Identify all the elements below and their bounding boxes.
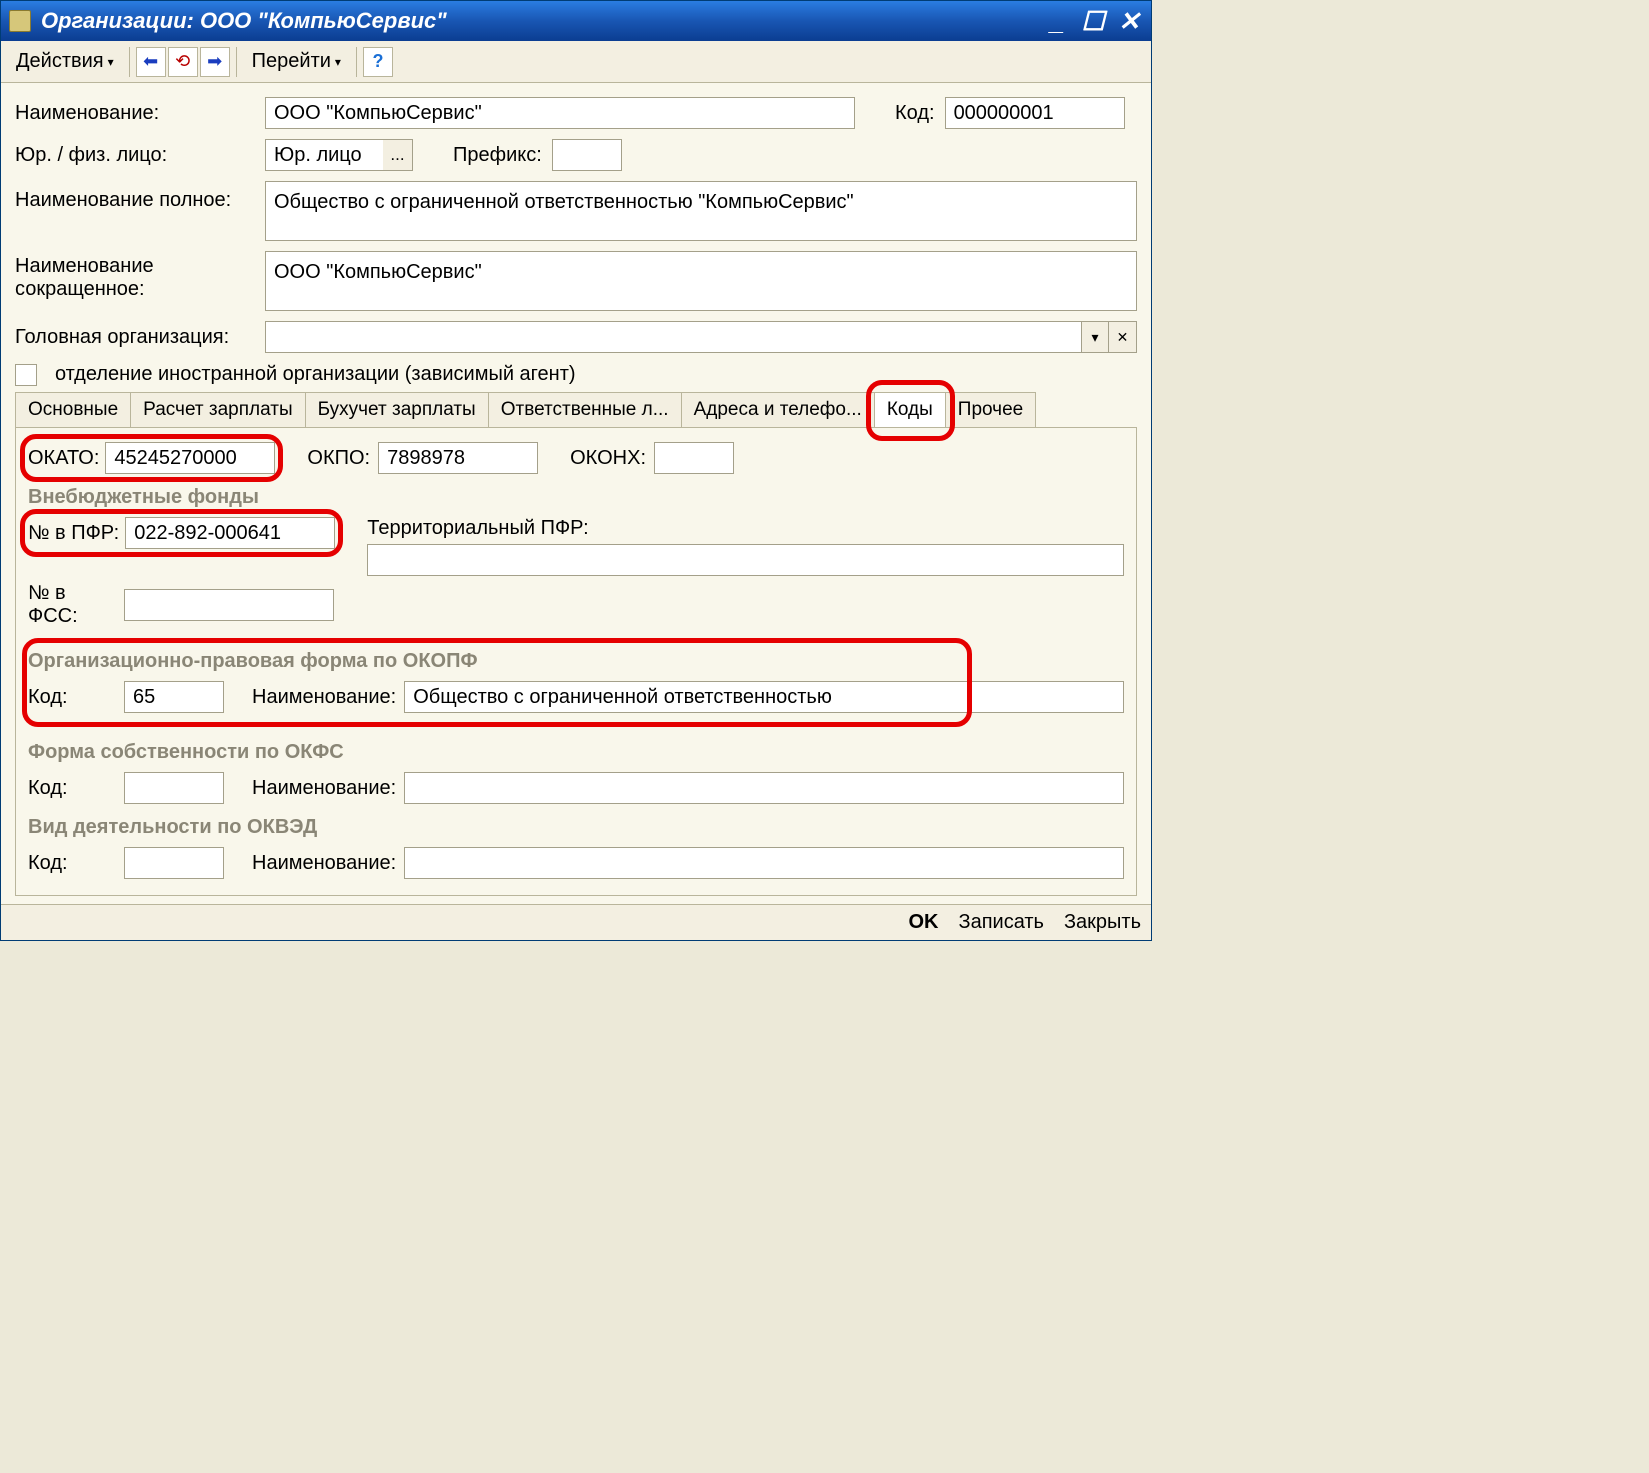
okfs-code-label: Код: [28, 777, 116, 800]
tab-salary-calc[interactable]: Расчет зарплаты [130, 392, 305, 427]
goto-menu[interactable]: Перейти ▾ [243, 46, 350, 77]
close-button[interactable]: Закрыть [1064, 911, 1141, 934]
tab-main[interactable]: Основные [15, 392, 131, 427]
tab-addresses[interactable]: Адреса и телефо... [681, 392, 875, 427]
name-label: Наименование: [15, 102, 255, 125]
okopf-title: Организационно-правовая форма по ОКОПФ [28, 650, 1124, 673]
titlebar: Организации: ООО "КомпьюСервис" _ ☐ ✕ [1, 1, 1151, 41]
short-name-label: Наименование сокращенное: [15, 251, 255, 301]
separator [236, 47, 237, 77]
okopf-name-label: Наименование: [252, 686, 396, 709]
terr-pfr-label: Территориальный ПФР: [367, 517, 1124, 540]
okonh-label: ОКОНХ: [570, 447, 646, 470]
entity-type-label: Юр. / физ. лицо: [15, 144, 255, 167]
okved-name-field[interactable] [404, 847, 1124, 879]
head-org-field[interactable] [265, 321, 1081, 353]
prev-icon[interactable]: ⬅ [136, 47, 166, 77]
okopf-code-field[interactable] [124, 681, 224, 713]
prefix-label: Префикс: [453, 144, 542, 167]
okpo-label: ОКПО: [307, 447, 370, 470]
name-field[interactable] [265, 97, 855, 129]
okato-field[interactable] [105, 442, 275, 474]
form-content: Наименование: Код: Юр. / физ. лицо: ... … [1, 83, 1151, 904]
window: Организации: ООО "КомпьюСервис" _ ☐ ✕ Де… [0, 0, 1152, 941]
code-label: Код: [895, 102, 935, 125]
actions-label: Действия [16, 50, 104, 73]
okopf-code-label: Код: [28, 686, 116, 709]
pfr-no-label: № в ПФР: [28, 522, 119, 545]
okfs-code-field[interactable] [124, 772, 224, 804]
okpo-field[interactable] [378, 442, 538, 474]
foreign-branch-checkbox[interactable] [15, 364, 37, 386]
okfs-name-field[interactable] [404, 772, 1124, 804]
ok-button[interactable]: OK [909, 911, 939, 934]
okved-title: Вид деятельности по ОКВЭД [28, 816, 1124, 839]
toolbar: Действия ▾ ⬅ ⟲ ➡ Перейти ▾ ? [1, 41, 1151, 83]
okved-name-label: Наименование: [252, 852, 396, 875]
funds-title: Внебюджетные фонды [28, 486, 1124, 509]
refresh-icon[interactable]: ⟲ [168, 47, 198, 77]
tabstrip: Основные Расчет зарплаты Бухучет зарплат… [15, 392, 1137, 428]
maximize-button[interactable]: ☐ [1079, 6, 1107, 37]
separator [356, 47, 357, 77]
tab-other[interactable]: Прочее [945, 392, 1036, 427]
fss-no-label: № в ФСС: [28, 582, 116, 628]
close-window-button[interactable]: ✕ [1115, 6, 1143, 37]
okved-code-label: Код: [28, 852, 116, 875]
okopf-name-field[interactable] [404, 681, 1124, 713]
okfs-name-label: Наименование: [252, 777, 396, 800]
foreign-branch-label: отделение иностранной организации (завис… [55, 363, 576, 386]
entity-type-select-button[interactable]: ... [383, 139, 413, 171]
chevron-down-icon: ▾ [335, 55, 341, 69]
okved-code-field[interactable] [124, 847, 224, 879]
okato-label: ОКАТО: [28, 447, 99, 470]
actions-menu[interactable]: Действия ▾ [7, 46, 123, 77]
help-icon[interactable]: ? [363, 47, 393, 77]
footer: OK Записать Закрыть [1, 904, 1151, 940]
head-org-clear-button[interactable]: ✕ [1109, 321, 1137, 353]
window-title: Организации: ООО "КомпьюСервис" [41, 8, 1043, 34]
codes-pane: ОКАТО: ОКПО: ОКОНХ: Внебюджетные фонды №… [15, 428, 1137, 896]
okonh-field[interactable] [654, 442, 734, 474]
entity-type-field[interactable] [265, 139, 383, 171]
head-org-dropdown-button[interactable]: ▾ [1081, 321, 1109, 353]
save-button[interactable]: Записать [959, 911, 1044, 934]
short-name-field[interactable]: ООО "КомпьюСервис" [265, 251, 1137, 311]
head-org-label: Головная организация: [15, 326, 255, 349]
fss-no-field[interactable] [124, 589, 334, 621]
pfr-no-field[interactable] [125, 517, 335, 549]
separator [129, 47, 130, 77]
tab-salary-acct[interactable]: Бухучет зарплаты [305, 392, 489, 427]
goto-label: Перейти [252, 50, 331, 73]
full-name-field[interactable]: Общество с ограниченной ответственностью… [265, 181, 1137, 241]
okfs-title: Форма собственности по ОКФС [28, 741, 1124, 764]
next-icon[interactable]: ➡ [200, 47, 230, 77]
terr-pfr-field[interactable] [367, 544, 1124, 576]
code-field[interactable] [945, 97, 1125, 129]
full-name-label: Наименование полное: [15, 181, 255, 212]
prefix-field[interactable] [552, 139, 622, 171]
minimize-button[interactable]: _ [1043, 6, 1071, 37]
app-icon [9, 10, 31, 32]
tab-codes[interactable]: Коды [874, 392, 946, 427]
chevron-down-icon: ▾ [108, 55, 114, 69]
tab-responsibles[interactable]: Ответственные л... [488, 392, 682, 427]
